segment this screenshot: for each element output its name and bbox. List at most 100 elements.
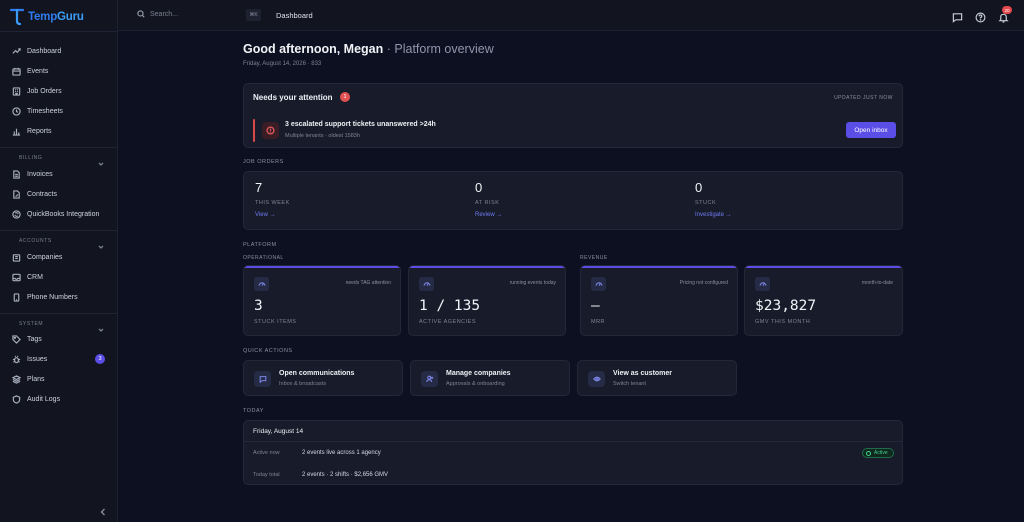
sidebar-item-job-orders[interactable]: Job Orders [12, 84, 62, 98]
chevron-down-icon[interactable] [98, 237, 106, 249]
open-inbox-button[interactable]: Open inbox [846, 122, 896, 138]
alert-indicator [253, 119, 255, 142]
eye-icon [588, 371, 605, 387]
search-icon [137, 10, 145, 18]
sidebar-item-invoices[interactable]: Invoices [12, 167, 53, 181]
view-as-customer-action[interactable]: View as customer Switch tenant [577, 360, 737, 396]
chevron-down-icon[interactable] [98, 320, 106, 332]
stat-label: THIS WEEK [255, 200, 290, 206]
sidebar-item-tags[interactable]: Tags [12, 332, 42, 346]
sidebar-section-billing[interactable]: BILLING [19, 155, 42, 161]
brand-logo[interactable]: TempGuru [9, 8, 84, 26]
job-orders-label: JOB ORDERS [243, 159, 284, 165]
sidebar-item-dashboard[interactable]: Dashboard [12, 44, 61, 58]
sidebar-item-label: Audit Logs [27, 395, 61, 403]
sidebar-item-timesheets[interactable]: Timesheets [12, 104, 63, 118]
stat-card-gmv[interactable]: month-to-date $23,827 GMV THIS MONTH [744, 265, 903, 336]
sidebar-item-plans[interactable]: Plans [12, 372, 45, 386]
card-accent [409, 266, 565, 268]
stat-label: AT RISK [475, 200, 500, 206]
row-value: 2 events live across 1 agency [302, 450, 381, 456]
review-link[interactable]: Review → [475, 212, 502, 218]
stat-value: $23,827 [755, 298, 817, 314]
sidebar-item-audit-logs[interactable]: Audit Logs [12, 392, 60, 406]
stat-value: 7 [255, 180, 263, 195]
alert-circle-icon [262, 122, 279, 139]
help-icon[interactable] [975, 10, 986, 23]
investigate-link[interactable]: Investigate → [695, 212, 732, 218]
notification-badge: 20 [1002, 6, 1012, 14]
sidebar-item-phone-numbers[interactable]: Phone Numbers [12, 290, 78, 304]
stat-label: STUCK ITEMS [254, 319, 297, 325]
stat-value: — [591, 298, 600, 314]
app-root: TempGuru Dashboard Events Job Orders Tim… [0, 0, 1024, 522]
clock-icon [12, 106, 21, 116]
stat-note: month-to-date [861, 280, 893, 286]
stat-card-stuck-items[interactable]: needs TAG attention 3 STUCK ITEMS [243, 265, 401, 336]
stat-label: MRR [591, 319, 606, 325]
gauge-icon [419, 277, 434, 291]
sidebar-section-system[interactable]: SYSTEM [19, 321, 43, 327]
stat-note: needs TAG attention [345, 280, 391, 286]
attention-title: Needs your attention [253, 93, 333, 102]
card-divider [244, 441, 902, 442]
operational-label: OPERATIONAL [243, 255, 284, 261]
search-shortcut: ⌘K [246, 9, 261, 21]
manage-companies-action[interactable]: Manage companies Approvals & onboarding [410, 360, 570, 396]
action-subtitle: Switch tenant [613, 381, 647, 387]
status-dot-icon [866, 450, 871, 456]
today-card: Friday, August 14 Active now 2 events li… [243, 420, 903, 485]
sidebar-item-reports[interactable]: Reports [12, 124, 52, 138]
updated-status: UPDATED JUST NOW [834, 95, 893, 101]
sidebar-item-label: Phone Numbers [27, 293, 78, 301]
sidebar-item-issues[interactable]: Issues [12, 352, 47, 366]
quick-actions-label: QUICK ACTIONS [243, 348, 293, 354]
stat-label: ACTIVE AGENCIES [419, 319, 477, 325]
sidebar-section-accounts[interactable]: ACCOUNTS [19, 238, 52, 244]
card-accent [581, 266, 737, 268]
stat-value: 0 [475, 180, 483, 195]
gauge-icon [254, 277, 269, 291]
sync-icon [12, 209, 21, 219]
stat-card-mrr[interactable]: Pricing not configured — MRR [580, 265, 738, 336]
view-link[interactable]: View → [255, 212, 276, 218]
sidebar-item-quickbooks[interactable]: QuickBooks Integration [12, 207, 99, 221]
stat-card-active-agencies[interactable]: running events today 1 / 135 ACTIVE AGEN… [408, 265, 566, 336]
sidebar-item-label: Companies [27, 253, 63, 261]
brand-name: TempGuru [28, 11, 84, 23]
today-label: TODAY [243, 408, 264, 414]
sidebar-item-label: Invoices [27, 170, 53, 178]
job-orders-card: 7 THIS WEEK View → 0 AT RISK Review → 0 … [243, 171, 903, 230]
breadcrumb[interactable]: Dashboard [276, 11, 313, 20]
sidebar-item-crm[interactable]: CRM [12, 270, 43, 284]
card-accent [745, 266, 902, 268]
sidebar-item-events[interactable]: Events [12, 64, 48, 78]
stat-note: Pricing not configured [679, 280, 728, 286]
sidebar-item-label: Issues [27, 355, 48, 363]
gauge-icon [755, 277, 770, 291]
platform-label: PLATFORM [243, 242, 277, 248]
chevron-down-icon[interactable] [98, 154, 106, 166]
sidebar-item-label: Events [27, 67, 49, 75]
row-key: Today total [253, 472, 280, 478]
row-value: 2 events · 2 shifts · $2,656 GMV [302, 472, 389, 478]
chat-icon [254, 371, 271, 387]
collapse-sidebar-icon[interactable] [100, 503, 108, 516]
tag-icon [12, 334, 21, 344]
sidebar-divider [0, 230, 118, 231]
action-title: View as customer [613, 370, 673, 377]
bug-icon [12, 355, 21, 364]
open-communications-action[interactable]: Open communications Inbox & broadcasts [243, 360, 403, 396]
inbox-icon [12, 273, 21, 282]
stat-value: 0 [695, 180, 703, 195]
message-icon[interactable] [952, 10, 963, 23]
search-input[interactable]: Search... [150, 11, 178, 18]
calendar-icon [12, 67, 21, 76]
action-title: Open communications [279, 370, 355, 377]
sidebar-item-contracts[interactable]: Contracts [12, 187, 57, 201]
attention-count-badge: 1 [340, 92, 350, 102]
stat-label: GMV THIS MONTH [755, 319, 811, 325]
status-badge: Active [862, 448, 894, 458]
sidebar-item-companies[interactable]: Companies [12, 250, 62, 264]
search-bar[interactable]: Search... [137, 10, 178, 18]
